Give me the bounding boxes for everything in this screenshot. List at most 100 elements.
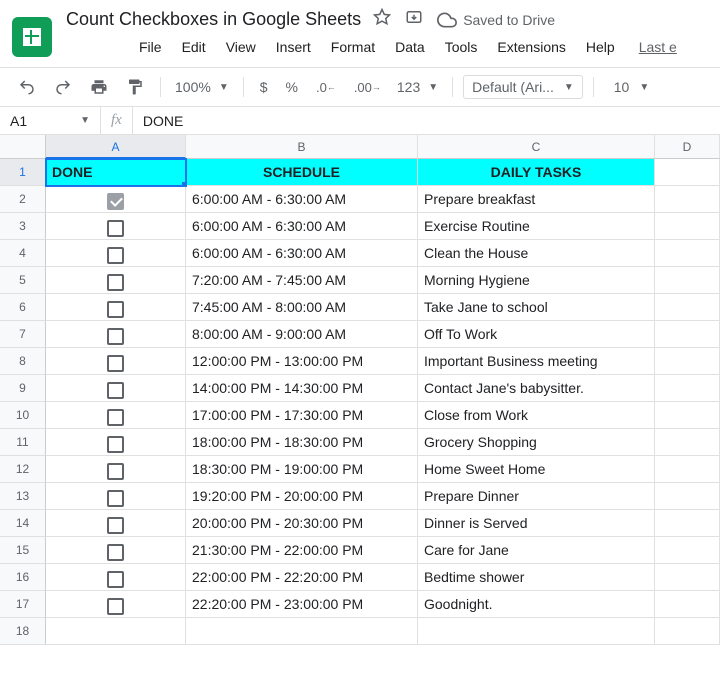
checkbox[interactable] — [107, 544, 124, 561]
cell-B13[interactable]: 19:20:00 PM - 20:00:00 PM — [186, 483, 418, 510]
row-header-16[interactable]: 16 — [0, 564, 46, 591]
cell-D14[interactable] — [655, 510, 720, 537]
cell-D5[interactable] — [655, 267, 720, 294]
cell-D8[interactable] — [655, 348, 720, 375]
checkbox[interactable] — [107, 490, 124, 507]
formula-bar[interactable]: DONE — [133, 113, 193, 129]
cell-B12[interactable]: 18:30:00 PM - 19:00:00 PM — [186, 456, 418, 483]
cell-B3[interactable]: 6:00:00 AM - 6:30:00 AM — [186, 213, 418, 240]
cell-A8[interactable] — [46, 348, 186, 375]
row-header-11[interactable]: 11 — [0, 429, 46, 456]
row-header-9[interactable]: 9 — [0, 375, 46, 402]
document-title[interactable]: Count Checkboxes in Google Sheets — [66, 9, 361, 30]
row-header-6[interactable]: 6 — [0, 294, 46, 321]
cell-D1[interactable] — [655, 159, 720, 186]
cell-C7[interactable]: Off To Work — [418, 321, 655, 348]
cell-C5[interactable]: Morning Hygiene — [418, 267, 655, 294]
menu-file[interactable]: File — [132, 35, 169, 59]
checkbox[interactable] — [107, 598, 124, 615]
cell-C6[interactable]: Take Jane to school — [418, 294, 655, 321]
increase-decimal-icon[interactable]: .00→ — [348, 76, 387, 99]
menu-tools[interactable]: Tools — [438, 35, 485, 59]
cell-C14[interactable]: Dinner is Served — [418, 510, 655, 537]
row-header-1[interactable]: 1 — [0, 159, 46, 186]
cell-A5[interactable] — [46, 267, 186, 294]
spreadsheet-grid[interactable]: ABCD1DONESCHEDULEDAILY TASKS26:00:00 AM … — [0, 135, 720, 645]
menu-insert[interactable]: Insert — [269, 35, 318, 59]
cell-A2[interactable] — [46, 186, 186, 213]
col-header-D[interactable]: D — [655, 135, 720, 159]
cell-C15[interactable]: Care for Jane — [418, 537, 655, 564]
menu-help[interactable]: Help — [579, 35, 622, 59]
cell-empty[interactable] — [418, 618, 655, 645]
cell-A9[interactable] — [46, 375, 186, 402]
row-header-4[interactable]: 4 — [0, 240, 46, 267]
cell-D4[interactable] — [655, 240, 720, 267]
cell-B6[interactable]: 7:45:00 AM - 8:00:00 AM — [186, 294, 418, 321]
cell-D9[interactable] — [655, 375, 720, 402]
menu-data[interactable]: Data — [388, 35, 432, 59]
cell-D7[interactable] — [655, 321, 720, 348]
cell-B16[interactable]: 22:00:00 PM - 22:20:00 PM — [186, 564, 418, 591]
checkbox[interactable] — [107, 382, 124, 399]
cloud-status[interactable]: Saved to Drive — [437, 10, 555, 30]
cell-D17[interactable] — [655, 591, 720, 618]
checkbox[interactable] — [107, 247, 124, 264]
checkbox[interactable] — [107, 220, 124, 237]
cell-A17[interactable] — [46, 591, 186, 618]
cell-C16[interactable]: Bedtime shower — [418, 564, 655, 591]
more-formats[interactable]: 123 ▼ — [393, 79, 442, 95]
star-icon[interactable] — [373, 8, 391, 31]
cell-C11[interactable]: Grocery Shopping — [418, 429, 655, 456]
cell-A11[interactable] — [46, 429, 186, 456]
cell-A10[interactable] — [46, 402, 186, 429]
cell-C10[interactable]: Close from Work — [418, 402, 655, 429]
menu-view[interactable]: View — [219, 35, 263, 59]
cell-C13[interactable]: Prepare Dinner — [418, 483, 655, 510]
cell-B5[interactable]: 7:20:00 AM - 7:45:00 AM — [186, 267, 418, 294]
redo-icon[interactable] — [48, 74, 78, 100]
font-size-picker[interactable]: 10 ▼ — [604, 79, 649, 95]
menu-edit[interactable]: Edit — [175, 35, 213, 59]
menu-format[interactable]: Format — [324, 35, 382, 59]
checkbox[interactable] — [107, 463, 124, 480]
print-icon[interactable] — [84, 74, 114, 100]
select-all-corner[interactable] — [0, 135, 46, 159]
zoom-picker[interactable]: 100% ▼ — [171, 79, 233, 95]
checkbox[interactable] — [107, 328, 124, 345]
row-header-14[interactable]: 14 — [0, 510, 46, 537]
cell-D12[interactable] — [655, 456, 720, 483]
cell-B4[interactable]: 6:00:00 AM - 6:30:00 AM — [186, 240, 418, 267]
cell-A4[interactable] — [46, 240, 186, 267]
cell-A7[interactable] — [46, 321, 186, 348]
checkbox[interactable] — [107, 571, 124, 588]
cell-A16[interactable] — [46, 564, 186, 591]
paint-format-icon[interactable] — [120, 74, 150, 100]
cell-C2[interactable]: Prepare breakfast — [418, 186, 655, 213]
menu-last-edit[interactable]: Last e — [632, 35, 684, 59]
cell-B11[interactable]: 18:00:00 PM - 18:30:00 PM — [186, 429, 418, 456]
row-header-13[interactable]: 13 — [0, 483, 46, 510]
cell-B15[interactable]: 21:30:00 PM - 22:00:00 PM — [186, 537, 418, 564]
row-header-7[interactable]: 7 — [0, 321, 46, 348]
cell-B7[interactable]: 8:00:00 AM - 9:00:00 AM — [186, 321, 418, 348]
cell-B14[interactable]: 20:00:00 PM - 20:30:00 PM — [186, 510, 418, 537]
row-header-2[interactable]: 2 — [0, 186, 46, 213]
checkbox[interactable] — [107, 193, 124, 210]
cell-B2[interactable]: 6:00:00 AM - 6:30:00 AM — [186, 186, 418, 213]
cell-D15[interactable] — [655, 537, 720, 564]
cell-empty[interactable] — [655, 618, 720, 645]
undo-icon[interactable] — [12, 74, 42, 100]
format-percent[interactable]: % — [280, 75, 304, 99]
cell-A6[interactable] — [46, 294, 186, 321]
col-header-B[interactable]: B — [186, 135, 418, 159]
cell-D2[interactable] — [655, 186, 720, 213]
cell-D6[interactable] — [655, 294, 720, 321]
row-header-17[interactable]: 17 — [0, 591, 46, 618]
row-header-15[interactable]: 15 — [0, 537, 46, 564]
cell-D3[interactable] — [655, 213, 720, 240]
cell-C9[interactable]: Contact Jane's babysitter. — [418, 375, 655, 402]
row-header-5[interactable]: 5 — [0, 267, 46, 294]
cell-D10[interactable] — [655, 402, 720, 429]
font-picker[interactable]: Default (Ari... ▼ — [463, 75, 583, 99]
